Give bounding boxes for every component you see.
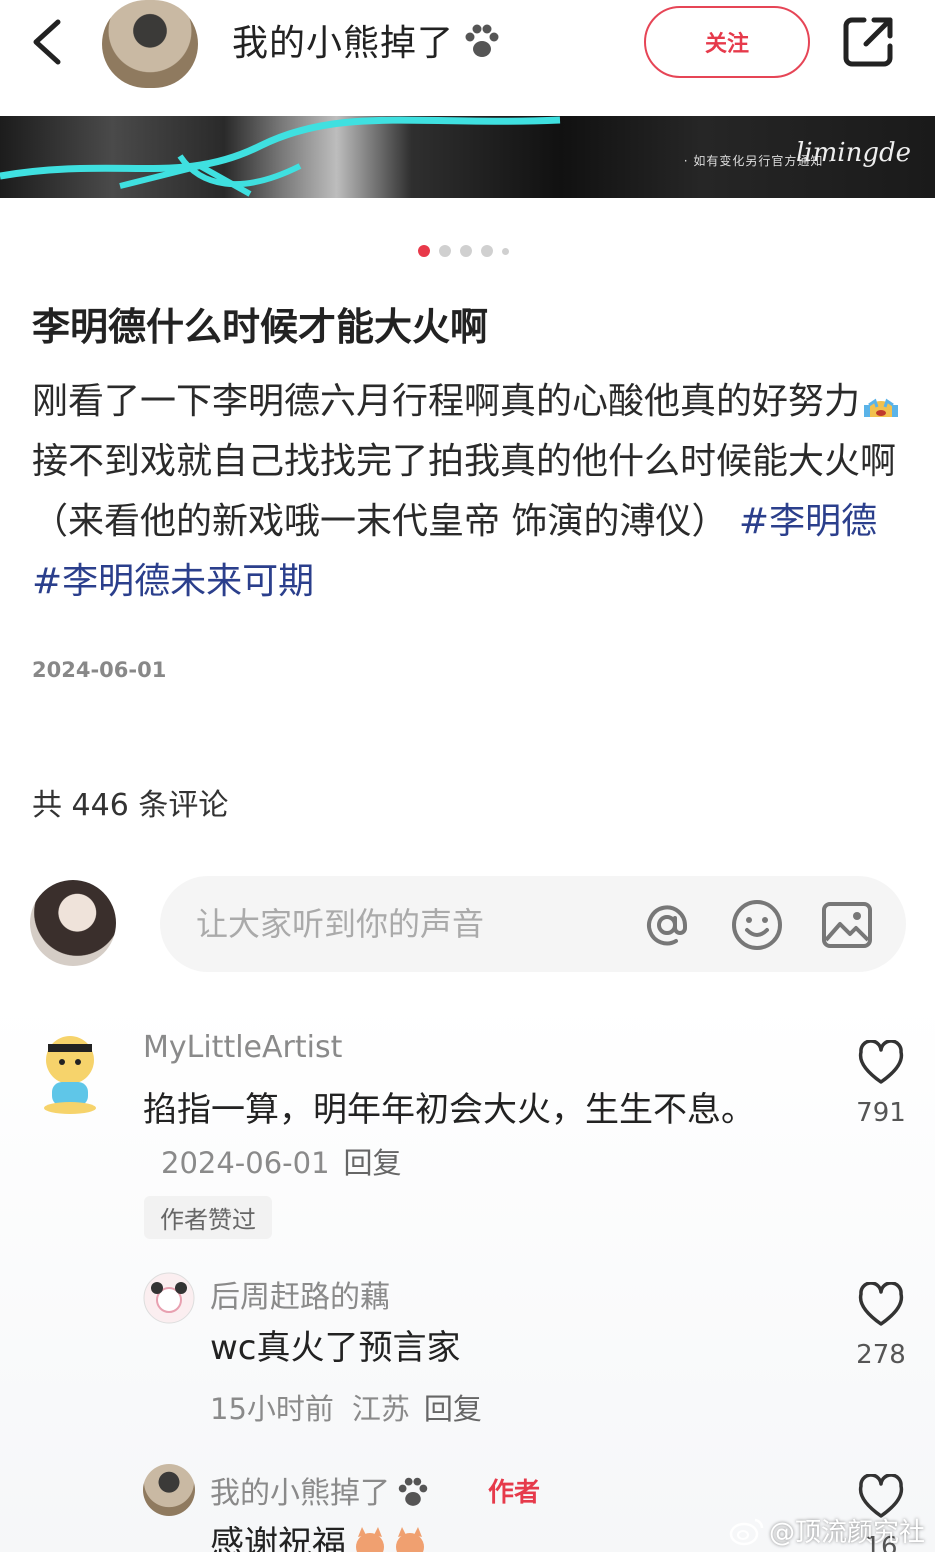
post-body: 刚看了一下李明德六月行程啊真的心酸他真的好努力 接不到戏就自己找找完了拍我真的他… <box>32 372 902 612</box>
cat-emoji-icon <box>396 1527 424 1552</box>
carousel-dot <box>502 247 509 255</box>
carousel-dot <box>439 245 451 257</box>
follow-button[interactable]: 关注 <box>644 6 810 78</box>
paw-emoji-icon <box>398 1477 428 1506</box>
paw-emoji-icon <box>465 24 499 57</box>
comment-text: 掐指一算，明年年初会大火，生生不息。 2024-06-01 回复 <box>143 1084 763 1189</box>
post-date: 2024-06-01 <box>32 658 167 682</box>
author-name[interactable]: 我的小熊掉了 <box>232 14 504 66</box>
commenter-avatar[interactable] <box>34 1030 106 1114</box>
back-arrow-icon[interactable] <box>26 16 70 68</box>
background-fade <box>0 1000 935 1552</box>
comment-text: 感谢祝福 <box>210 1518 430 1552</box>
crying-emoji-icon <box>864 398 899 417</box>
post-body-text-1: 刚看了一下李明德六月行程啊真的心酸他真的好努力 <box>32 381 861 422</box>
post-image[interactable]: · 如有变化另行官方通知 · limingde <box>0 116 935 198</box>
comment-date: 2024-06-01 <box>161 1146 330 1180</box>
top-bar: 我的小熊掉了 关注 <box>0 0 935 112</box>
weibo-logo-icon <box>729 1518 764 1545</box>
comment-username-text: 我的小熊掉了 <box>210 1476 390 1511</box>
watermark-text: @顶流颜究社 <box>768 1518 925 1548</box>
image-logo: limingde <box>795 138 911 168</box>
mention-icon[interactable] <box>640 898 694 952</box>
comment-username[interactable]: 我的小熊掉了 <box>210 1468 432 1512</box>
like-count: 278 <box>856 1340 906 1370</box>
carousel-indicator <box>418 245 509 257</box>
comment-input[interactable] <box>196 898 626 950</box>
comment-location: 江苏 <box>351 1392 410 1426</box>
heart-icon[interactable] <box>856 1040 906 1086</box>
comment-username[interactable]: 后周赶路的藕 <box>210 1272 390 1316</box>
comment-count: 共 446 条评论 <box>32 788 229 823</box>
hashtag-link[interactable]: #李明德 <box>739 501 877 542</box>
carousel-dot-active <box>418 245 430 257</box>
commenter-avatar[interactable] <box>143 1272 195 1324</box>
like-count: 791 <box>856 1098 906 1128</box>
watermark: @顶流颜究社 <box>729 1512 925 1549</box>
author-avatar[interactable] <box>102 0 198 88</box>
comment-input-bar[interactable] <box>160 876 906 972</box>
reply-button[interactable]: 回复 <box>344 1146 402 1180</box>
author-liked-badge: 作者赞过 <box>144 1196 272 1239</box>
share-icon[interactable] <box>842 14 896 68</box>
emoji-icon[interactable] <box>730 898 784 952</box>
comment-time: 15小时前 <box>210 1392 334 1426</box>
comment-meta: 15小时前 江苏 回复 <box>210 1386 482 1428</box>
current-user-avatar <box>30 880 116 966</box>
carousel-dot <box>460 245 472 257</box>
cat-emoji-icon <box>356 1527 384 1552</box>
hashtag-link[interactable]: #李明德未来可期 <box>32 561 314 602</box>
comment-username[interactable]: MyLittleArtist <box>143 1030 342 1065</box>
carousel-dot <box>481 245 493 257</box>
author-tag: 作者 <box>488 1478 541 1508</box>
comment-body: 感谢祝福 <box>210 1524 346 1552</box>
heart-icon[interactable] <box>856 1282 906 1328</box>
reply-button[interactable]: 回复 <box>424 1392 482 1426</box>
commenter-avatar[interactable] <box>143 1464 195 1516</box>
comment-body: wc真火了预言家 <box>210 1328 461 1368</box>
comment-body: 掐指一算，明年年初会大火，生生不息。 <box>143 1090 755 1130</box>
image-upload-icon[interactable] <box>820 898 874 952</box>
author-name-text: 我的小熊掉了 <box>232 23 455 64</box>
post-title: 李明德什么时候才能大火啊 <box>32 305 489 349</box>
